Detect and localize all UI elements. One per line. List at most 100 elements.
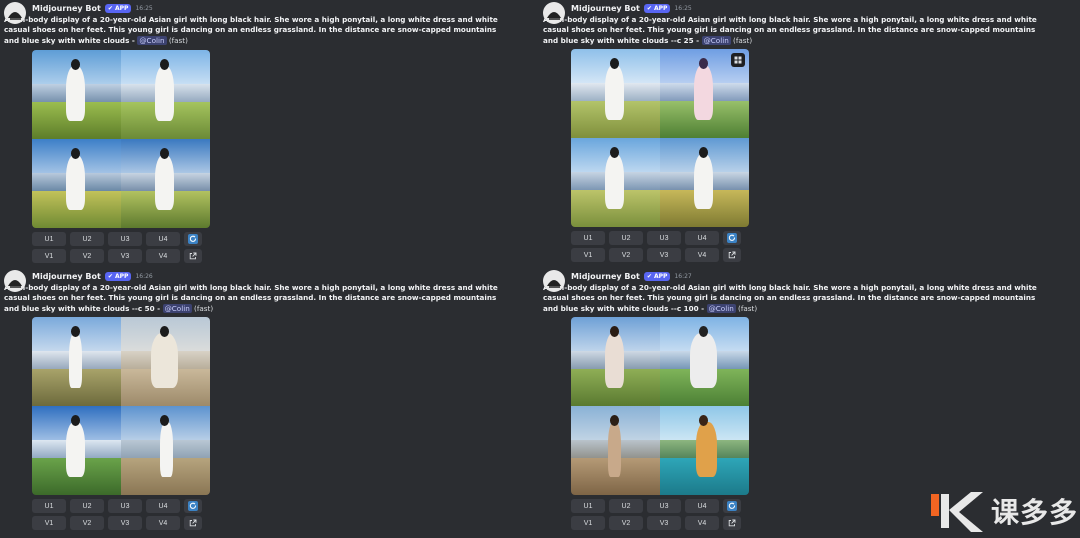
image-grid[interactable] xyxy=(571,49,749,228)
prompt-text: A full-body display of a 20-year-old Asi… xyxy=(4,283,498,313)
user-mention[interactable]: @Colin xyxy=(706,303,736,313)
upscale-button-2[interactable]: U2 xyxy=(609,231,643,246)
variation-button-2[interactable]: V2 xyxy=(609,516,643,531)
open-web-button[interactable] xyxy=(723,516,741,531)
image-4[interactable] xyxy=(121,406,210,496)
watermark-logo-icon xyxy=(930,492,983,532)
prompt-text: A full-body display of a 20-year-old Asi… xyxy=(4,15,498,45)
image-1[interactable] xyxy=(571,317,660,407)
midjourney-avatar[interactable] xyxy=(543,270,565,292)
reroll-button[interactable] xyxy=(184,499,202,514)
midjourney-avatar[interactable] xyxy=(543,2,565,24)
image-1[interactable] xyxy=(32,317,121,407)
image-1[interactable] xyxy=(32,50,121,140)
reroll-button[interactable] xyxy=(723,499,741,514)
speed-label: (fast) xyxy=(733,35,753,45)
username[interactable]: Midjourney Bot xyxy=(32,272,101,281)
image-4[interactable] xyxy=(660,406,749,496)
midjourney-avatar[interactable] xyxy=(4,270,26,292)
upscale-button-3[interactable]: U3 xyxy=(108,232,142,247)
open-external-icon xyxy=(189,252,197,260)
bot-message-3: Midjourney Bot ✔ APP 16:26 A full-body d… xyxy=(4,270,524,531)
image-2[interactable] xyxy=(660,49,749,139)
open-external-icon xyxy=(189,519,197,527)
message-header: Midjourney Bot ✔ APP 16:27 xyxy=(571,270,1063,282)
image-4[interactable] xyxy=(121,139,210,229)
upscale-button-1[interactable]: U1 xyxy=(32,499,66,514)
prompt-text: A full-body display of a 20-year-old Asi… xyxy=(543,283,1037,313)
username[interactable]: Midjourney Bot xyxy=(32,4,101,13)
variation-button-3[interactable]: V3 xyxy=(647,248,681,263)
open-web-button[interactable] xyxy=(184,516,202,531)
upscale-button-4[interactable]: U4 xyxy=(146,232,180,247)
image-grid[interactable] xyxy=(32,50,210,229)
upscale-button-3[interactable]: U3 xyxy=(108,499,142,514)
variation-button-1[interactable]: V1 xyxy=(32,249,66,264)
user-mention[interactable]: @Colin xyxy=(701,35,731,45)
message-header: Midjourney Bot ✔ APP 16:25 xyxy=(32,2,524,14)
image-1[interactable] xyxy=(571,49,660,139)
variation-button-2[interactable]: V2 xyxy=(70,516,104,531)
image-3[interactable] xyxy=(571,406,660,496)
variation-button-4[interactable]: V4 xyxy=(685,248,719,263)
upscale-button-4[interactable]: U4 xyxy=(146,499,180,514)
app-badge: ✔ APP xyxy=(643,271,671,281)
variation-button-4[interactable]: V4 xyxy=(146,249,180,264)
timestamp: 16:27 xyxy=(674,272,692,280)
refresh-icon xyxy=(188,234,198,245)
reroll-button[interactable] xyxy=(184,232,202,247)
watermark: 课多多 xyxy=(929,488,1078,534)
app-badge: ✔ APP xyxy=(643,3,671,13)
upscale-button-1[interactable]: U1 xyxy=(32,232,66,247)
variation-button-4[interactable]: V4 xyxy=(146,516,180,531)
app-badge: ✔ APP xyxy=(104,3,132,13)
variation-button-3[interactable]: V3 xyxy=(108,516,142,531)
variation-button-2[interactable]: V2 xyxy=(609,248,643,263)
image-2[interactable] xyxy=(660,317,749,407)
image-2[interactable] xyxy=(121,317,210,407)
upscale-button-2[interactable]: U2 xyxy=(70,232,104,247)
image-3[interactable] xyxy=(571,138,660,228)
user-mention[interactable]: @Colin xyxy=(137,35,167,45)
variation-button-2[interactable]: V2 xyxy=(70,249,104,264)
upscale-button-4[interactable]: U4 xyxy=(685,499,719,514)
refresh-icon xyxy=(188,501,198,512)
open-external-icon xyxy=(728,251,736,259)
image-4[interactable] xyxy=(660,138,749,228)
variation-button-1[interactable]: V1 xyxy=(32,516,66,531)
image-2[interactable] xyxy=(121,50,210,140)
upscale-button-3[interactable]: U3 xyxy=(647,231,681,246)
variation-button-1[interactable]: V1 xyxy=(571,248,605,263)
timestamp: 16:25 xyxy=(674,4,692,12)
expand-icon[interactable] xyxy=(731,53,745,68)
timestamp: 16:25 xyxy=(135,4,153,12)
bot-message-1: Midjourney Bot ✔ APP 16:25 A full-body d… xyxy=(4,2,524,264)
speed-label: (fast) xyxy=(194,303,214,313)
image-3[interactable] xyxy=(32,406,121,496)
upscale-button-1[interactable]: U1 xyxy=(571,231,605,246)
open-web-button[interactable] xyxy=(723,248,741,263)
upscale-button-3[interactable]: U3 xyxy=(647,499,681,514)
speed-label: (fast) xyxy=(168,35,188,45)
variation-button-1[interactable]: V1 xyxy=(571,516,605,531)
variation-button-3[interactable]: V3 xyxy=(647,516,681,531)
username[interactable]: Midjourney Bot xyxy=(571,272,640,281)
upscale-button-4[interactable]: U4 xyxy=(685,231,719,246)
image-grid[interactable] xyxy=(32,317,210,496)
message-header: Midjourney Bot ✔ APP 16:26 xyxy=(32,270,524,282)
midjourney-avatar[interactable] xyxy=(4,2,26,24)
image-grid[interactable] xyxy=(571,317,749,496)
user-mention[interactable]: @Colin xyxy=(162,303,192,313)
bot-message-2: Midjourney Bot ✔ APP 16:25 A full-body d… xyxy=(543,2,1063,263)
variation-button-4[interactable]: V4 xyxy=(685,516,719,531)
variation-button-3[interactable]: V3 xyxy=(108,249,142,264)
reroll-button[interactable] xyxy=(723,231,741,246)
upscale-button-2[interactable]: U2 xyxy=(70,499,104,514)
username[interactable]: Midjourney Bot xyxy=(571,4,640,13)
message-header: Midjourney Bot ✔ APP 16:25 xyxy=(571,2,1063,14)
upscale-button-2[interactable]: U2 xyxy=(609,499,643,514)
open-web-button[interactable] xyxy=(184,249,202,264)
watermark-text: 课多多 xyxy=(990,496,1078,529)
upscale-button-1[interactable]: U1 xyxy=(571,499,605,514)
image-3[interactable] xyxy=(32,139,121,229)
